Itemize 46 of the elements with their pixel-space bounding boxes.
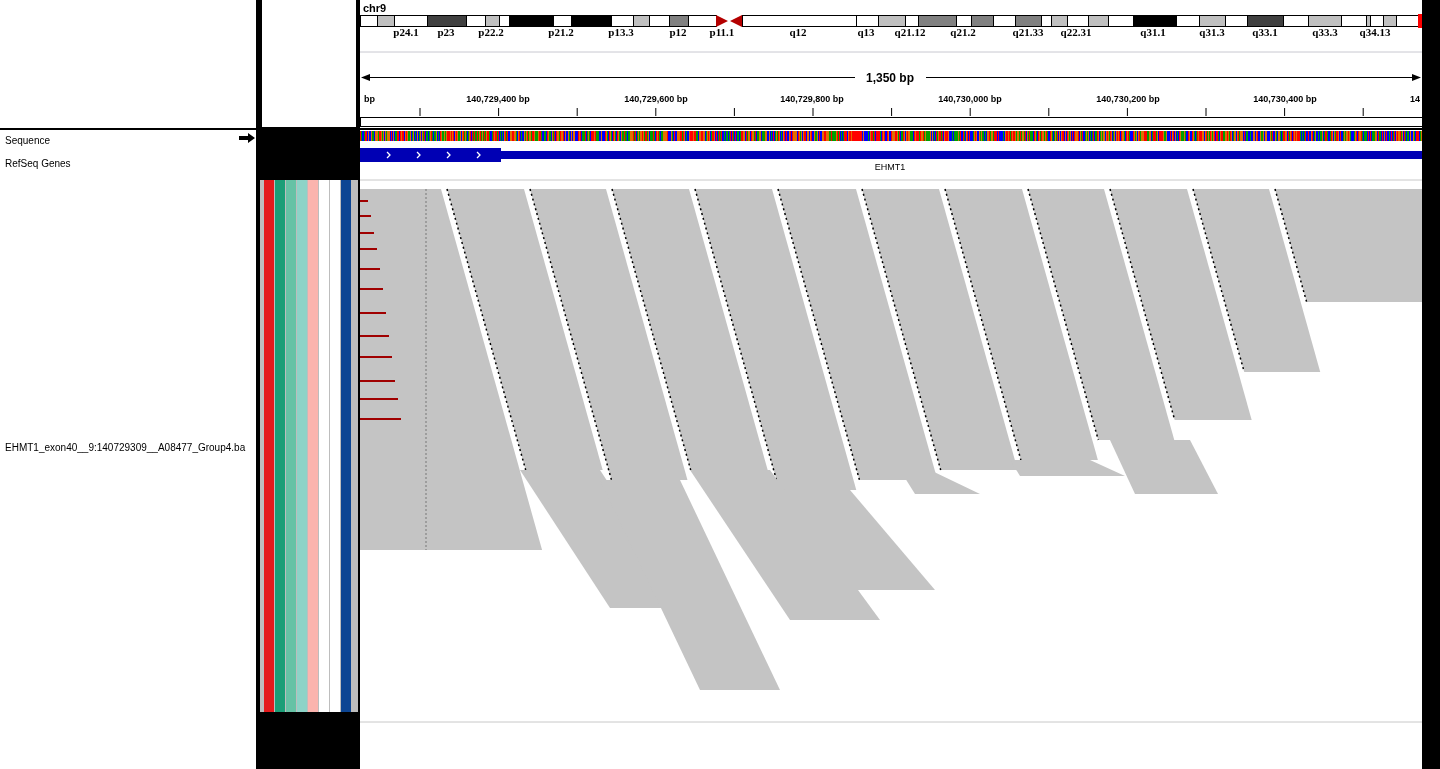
track-name[interactable]: RefSeq Genes: [5, 156, 71, 171]
ruler-tick: [1205, 107, 1207, 117]
band-label: q13: [857, 26, 875, 38]
ruler-tick: [1362, 107, 1364, 117]
band-label: q21.12: [894, 26, 926, 38]
ruler-tick: [812, 107, 814, 117]
band-label: p24.1: [393, 26, 419, 38]
ruler-tick: [655, 107, 657, 117]
ruler-tick: [891, 107, 893, 117]
band-label: q21.33: [1012, 26, 1044, 38]
ruler-tick: [1284, 107, 1286, 117]
ruler-tick: [1126, 107, 1128, 117]
track-name[interactable]: EHMT1_exon40__9:140729309__A08477_Group4.ba: [5, 440, 246, 455]
band-label: q34.13: [1359, 26, 1391, 38]
ruler-tick-label: 140,730,400 bp: [1253, 94, 1317, 104]
ruler-tick-label: 140,730,200 bp: [1096, 94, 1160, 104]
ruler-tick-label: 140,729,600 bp: [624, 94, 688, 104]
ruler-tick: [498, 107, 500, 117]
band-label: p21.2: [548, 26, 574, 38]
ruler-tick: [1048, 107, 1050, 117]
band-label: p22.2: [478, 26, 504, 38]
band-label: q12: [789, 26, 807, 38]
band-label: p11.1: [709, 26, 735, 38]
ruler-tick-label: 14: [1410, 94, 1420, 104]
ruler-tick-label: bp: [364, 94, 375, 104]
band-label: p23: [437, 26, 455, 38]
track-name[interactable]: Sequence: [5, 133, 51, 148]
span-length: 1,350 bp: [866, 71, 914, 85]
band-label: q31.3: [1199, 26, 1225, 38]
ruler-tick-label: 140,730,000 bp: [938, 94, 1002, 104]
band-label: q31.1: [1140, 26, 1166, 38]
ruler-tick-label: 140,729,800 bp: [780, 94, 844, 104]
strand-arrow-icon[interactable]: [239, 133, 255, 143]
band-label: q22.31: [1060, 26, 1092, 38]
band-label: q21.2: [950, 26, 976, 38]
band-label: q33.1: [1252, 26, 1278, 38]
band-label: q33.3: [1312, 26, 1338, 38]
ruler-tick-label: 140,729,400 bp: [466, 94, 530, 104]
band-label: p12: [669, 26, 687, 38]
ruler-tick: [969, 107, 971, 117]
ruler-tick: [576, 107, 578, 117]
ruler-tick: [733, 107, 735, 117]
band-label: p13.3: [608, 26, 634, 38]
chromosome-name: chr9: [363, 2, 387, 14]
gene-name: EHMT1: [874, 162, 906, 172]
ruler-tick: [419, 107, 421, 117]
